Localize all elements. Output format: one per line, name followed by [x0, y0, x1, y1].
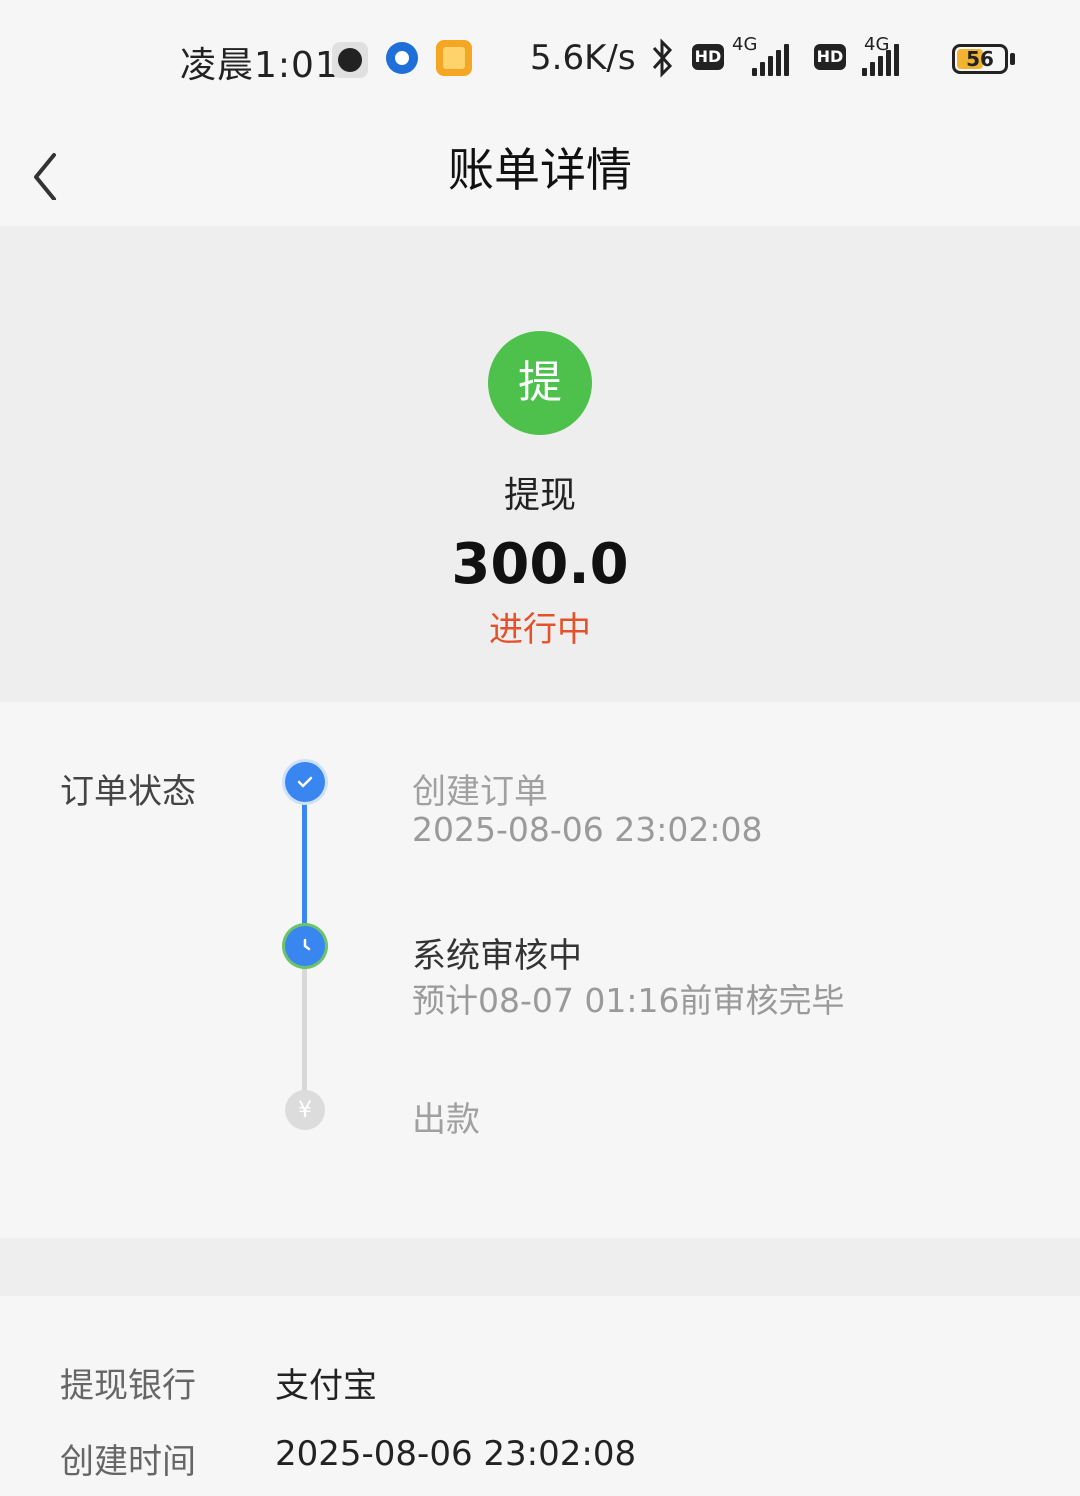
- bluetooth-icon: [650, 38, 676, 87]
- status-bar: 凌晨1:01 5.6K/s HD 4G HD 4G 56: [0, 0, 1080, 120]
- network-speed: 5.6K/s: [530, 38, 636, 78]
- section-divider: [0, 1238, 1080, 1296]
- signal-icon: [862, 42, 899, 76]
- step-title: 出款: [412, 1100, 480, 1140]
- step-subtitle: 2025-08-06 23:02:08: [412, 810, 763, 849]
- step-title: 系统审核中: [412, 936, 582, 976]
- page-title: 账单详情: [448, 143, 632, 197]
- withdraw-bank-value: 支付宝: [275, 1366, 377, 1406]
- header: 账单详情: [0, 120, 1080, 226]
- clock-icon: [285, 926, 325, 966]
- hd-badge: HD: [692, 44, 724, 70]
- withdraw-badge: 提: [488, 331, 592, 435]
- created-time-label: 创建时间: [60, 1442, 196, 1482]
- bill-details: 提现银行 支付宝 创建时间 2025-08-06 23:02:08: [0, 1296, 1080, 1496]
- battery-level: 56: [966, 47, 994, 71]
- timeline-pending-line: [302, 947, 307, 1107]
- status-badge: 进行中: [489, 610, 591, 650]
- step-subtitle: 预计08-07 01:16前审核完毕: [412, 981, 845, 1020]
- battery-icon: 56: [952, 44, 1008, 74]
- yuan-icon: ¥: [285, 1090, 325, 1130]
- battery-cap: [1010, 53, 1015, 65]
- clock-icon: [332, 42, 368, 78]
- timeline-progress-line: [302, 784, 307, 944]
- signal-icon: [752, 42, 789, 76]
- created-time-value: 2025-08-06 23:02:08: [275, 1434, 637, 1474]
- check-icon: [285, 762, 325, 802]
- bill-summary: 提 提现 300.0 进行中: [0, 226, 1080, 702]
- status-time: 凌晨1:01: [180, 45, 339, 86]
- bill-amount: 300.0: [451, 532, 629, 597]
- order-status-section: 订单状态 创建订单 2025-08-06 23:02:08 系统审核中 预计08…: [0, 702, 1080, 1238]
- hd-badge: HD: [814, 44, 846, 70]
- gallery-icon: [436, 40, 472, 76]
- withdraw-bank-label: 提现银行: [60, 1366, 196, 1406]
- app-icon: [386, 42, 418, 74]
- order-status-label: 订单状态: [60, 772, 196, 812]
- step-title: 创建订单: [412, 772, 548, 812]
- bill-type: 提现: [503, 475, 576, 516]
